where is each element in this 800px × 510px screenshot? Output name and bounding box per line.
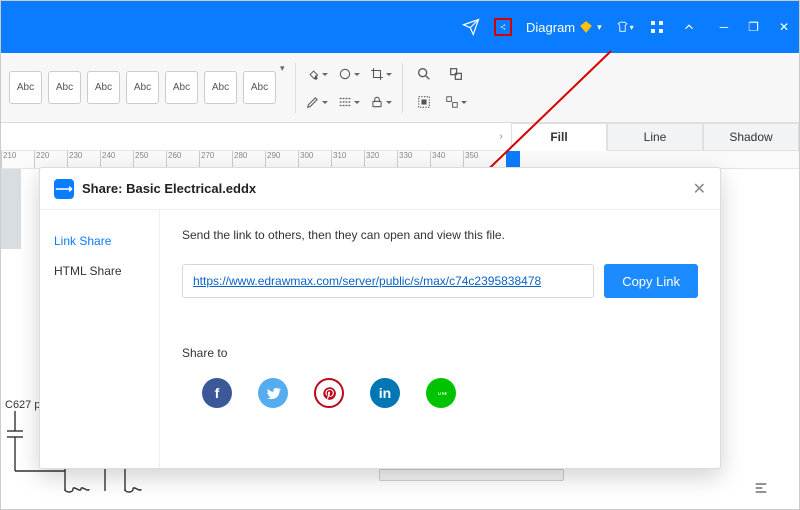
social-buttons: f in bbox=[182, 378, 698, 408]
theme-swatch[interactable]: Abc bbox=[204, 71, 237, 104]
theme-swatch[interactable]: Abc bbox=[243, 71, 276, 104]
line-style-icon[interactable] bbox=[338, 91, 360, 113]
shape-circle-icon[interactable] bbox=[338, 63, 360, 85]
ruler-handle[interactable] bbox=[506, 151, 520, 167]
line-app-icon[interactable] bbox=[426, 378, 456, 408]
diagram-label: Diagram bbox=[526, 20, 575, 35]
theme-swatch[interactable]: Abc bbox=[165, 71, 198, 104]
dialog-close-button[interactable]: ✕ bbox=[693, 179, 706, 199]
dialog-title: Share: Basic Electrical.eddx bbox=[82, 181, 256, 196]
ruler-tick: 350 bbox=[463, 151, 496, 168]
sidebar-item-html-share[interactable]: HTML Share bbox=[40, 256, 159, 286]
select-all-icon[interactable] bbox=[413, 91, 435, 113]
fill-bucket-icon[interactable] bbox=[306, 63, 328, 85]
window-minimize[interactable]: ─ bbox=[720, 20, 729, 34]
ruler-tick: 290 bbox=[265, 151, 298, 168]
pen-icon[interactable] bbox=[306, 91, 328, 113]
title-bar: Diagram ▾ ▾ ─ ❐ ✕ bbox=[1, 1, 799, 53]
lock-icon[interactable] bbox=[370, 91, 392, 113]
ruler-tick: 250 bbox=[133, 151, 166, 168]
property-tabs: › Fill Line Shadow bbox=[1, 123, 799, 151]
send-icon[interactable] bbox=[462, 18, 480, 36]
ruler-tick: 330 bbox=[397, 151, 430, 168]
replace-icon[interactable] bbox=[445, 63, 467, 85]
chevron-up-icon[interactable] bbox=[680, 18, 698, 36]
horizontal-scrollbar[interactable] bbox=[379, 469, 564, 481]
pinterest-icon[interactable] bbox=[314, 378, 344, 408]
diamond-icon bbox=[579, 20, 593, 34]
tab-shadow[interactable]: Shadow bbox=[703, 123, 799, 151]
search-icon[interactable] bbox=[413, 63, 435, 85]
ruler-tick: 210 bbox=[1, 151, 34, 168]
vertical-ruler-stub bbox=[1, 169, 21, 249]
copy-link-button[interactable]: Copy Link bbox=[604, 264, 698, 298]
ruler-tick: 220 bbox=[34, 151, 67, 168]
ruler-tick: 270 bbox=[199, 151, 232, 168]
share-description: Send the link to others, then they can o… bbox=[182, 228, 698, 242]
ruler-tick: 300 bbox=[298, 151, 331, 168]
dialog-sidebar: Link Share HTML Share bbox=[40, 210, 160, 468]
share-url[interactable]: https://www.edrawmax.com/server/public/s… bbox=[193, 274, 541, 288]
twitter-icon[interactable] bbox=[258, 378, 288, 408]
theme-swatches: AbcAbcAbcAbcAbcAbcAbc bbox=[9, 71, 276, 104]
window-close[interactable]: ✕ bbox=[779, 20, 789, 34]
apps-icon[interactable] bbox=[648, 18, 666, 36]
share-dialog: ⟶ Share: Basic Electrical.eddx ✕ Link Sh… bbox=[39, 167, 721, 469]
share-icon[interactable] bbox=[494, 18, 512, 36]
tab-line[interactable]: Line bbox=[607, 123, 703, 151]
ruler-tick: 240 bbox=[100, 151, 133, 168]
linkedin-icon[interactable]: in bbox=[370, 378, 400, 408]
collapse-icon[interactable]: › bbox=[499, 131, 502, 142]
ruler-tick: 280 bbox=[232, 151, 265, 168]
ruler-tick: 340 bbox=[430, 151, 463, 168]
ruler-tick: 320 bbox=[364, 151, 397, 168]
theme-swatch[interactable]: Abc bbox=[48, 71, 81, 104]
more-swatches[interactable]: ▾ bbox=[280, 63, 285, 74]
shirt-icon[interactable]: ▾ bbox=[616, 18, 634, 36]
theme-swatch[interactable]: Abc bbox=[87, 71, 120, 104]
app-logo-icon: ⟶ bbox=[54, 179, 74, 199]
facebook-icon[interactable]: f bbox=[202, 378, 232, 408]
theme-swatch[interactable]: Abc bbox=[9, 71, 42, 104]
diagram-menu[interactable]: Diagram ▾ bbox=[526, 20, 602, 35]
ribbon-toolbar: AbcAbcAbcAbcAbcAbcAbc ▾ bbox=[1, 53, 799, 123]
ruler-tick: 310 bbox=[331, 151, 364, 168]
sidebar-item-link-share[interactable]: Link Share bbox=[40, 226, 159, 256]
dialog-main: Send the link to others, then they can o… bbox=[160, 210, 720, 468]
align-icon[interactable] bbox=[753, 480, 769, 499]
component-label: C627 p bbox=[5, 399, 40, 411]
share-to-label: Share to bbox=[182, 346, 698, 360]
group-icon[interactable] bbox=[445, 91, 467, 113]
ruler-tick: 260 bbox=[166, 151, 199, 168]
dialog-titlebar: ⟶ Share: Basic Electrical.eddx ✕ bbox=[40, 168, 720, 210]
share-url-field[interactable]: https://www.edrawmax.com/server/public/s… bbox=[182, 264, 594, 298]
tab-fill[interactable]: Fill bbox=[511, 123, 607, 151]
ruler-tick: 230 bbox=[67, 151, 100, 168]
window-restore[interactable]: ❐ bbox=[748, 20, 759, 34]
theme-swatch[interactable]: Abc bbox=[126, 71, 159, 104]
crop-icon[interactable] bbox=[370, 63, 392, 85]
